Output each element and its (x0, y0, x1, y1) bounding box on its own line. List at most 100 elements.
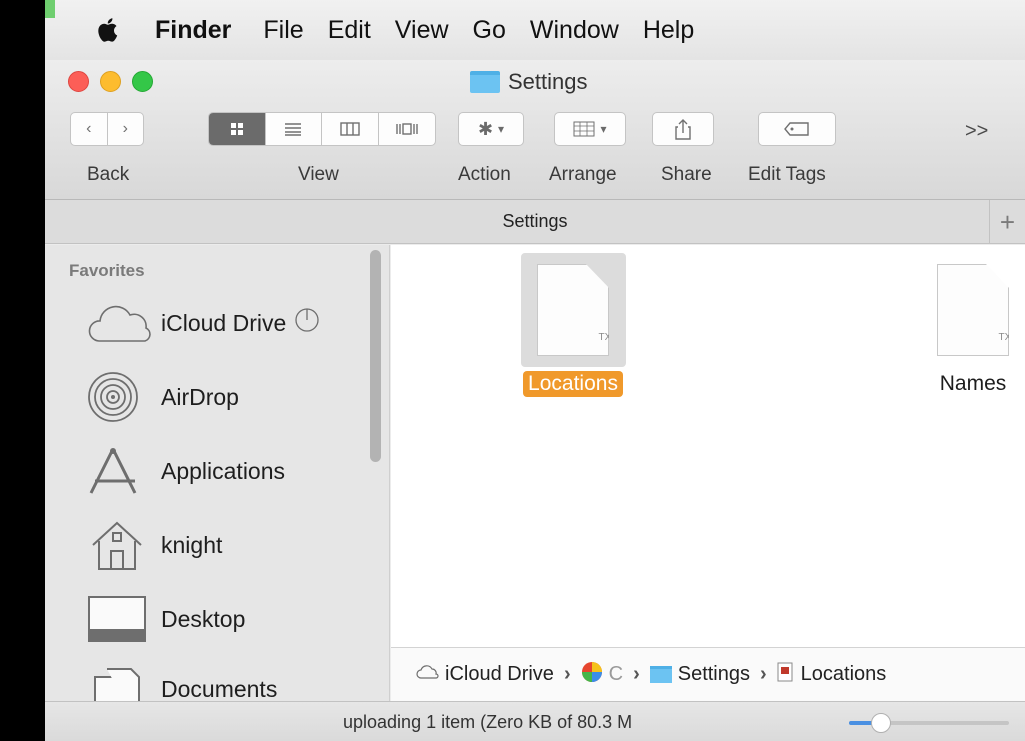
sidebar-item-knight[interactable]: knight (85, 515, 222, 575)
upload-progress-icon (294, 307, 320, 339)
tag-icon (784, 122, 809, 136)
path-item-locations[interactable]: Locations (801, 663, 887, 686)
window-title-text: Settings (508, 69, 588, 94)
applications-icon (85, 445, 155, 497)
status-text: uploading 1 item (Zero KB of 80.3 M (343, 712, 633, 732)
arrange-icon (573, 121, 595, 137)
back-forward-control: ‹ › (70, 112, 144, 146)
icon-view-button[interactable] (209, 113, 266, 145)
close-button[interactable] (68, 71, 89, 92)
menu-file[interactable]: File (263, 16, 303, 45)
sidebar-item-icloud-drive[interactable]: iCloud Drive (85, 293, 320, 353)
path-item-c[interactable]: C (609, 663, 623, 686)
title-bar: Settings ‹ › Back View ✱ ▾ Action ▾ Arra… (45, 60, 1025, 200)
icon-size-slider[interactable] (849, 713, 1009, 733)
text-document-icon: TXT (937, 264, 1009, 356)
share-icon (675, 119, 691, 140)
chevron-right-icon: › (760, 663, 767, 685)
menu-help[interactable]: Help (643, 16, 694, 45)
menu-bar: Finder File Edit View Go Window Help (45, 0, 1025, 60)
view-mode-control (208, 112, 436, 146)
share-button[interactable] (652, 112, 714, 146)
sidebar-item-label: AirDrop (161, 383, 239, 410)
arrange-button[interactable]: ▾ (554, 112, 626, 146)
new-tab-button[interactable]: + (989, 200, 1025, 244)
path-item-settings[interactable]: Settings (678, 663, 750, 686)
file-item-locations[interactable]: TXT Locations (498, 253, 648, 397)
cover-flow-icon (396, 123, 418, 135)
folder-icon (649, 666, 672, 683)
text-document-icon: TXT (537, 264, 609, 356)
sidebar-item-documents[interactable]: Documents (85, 659, 277, 701)
sidebar-item-airdrop[interactable]: AirDrop (85, 367, 239, 427)
sidebar-item-desktop[interactable]: Desktop (85, 589, 245, 649)
arrange-label: Arrange (549, 164, 617, 185)
gallery-view-button[interactable] (379, 113, 436, 145)
minimize-button[interactable] (100, 71, 121, 92)
file-type-label: TXT (998, 332, 1018, 343)
apple-menu-icon[interactable] (97, 17, 121, 43)
sidebar-item-label: Desktop (161, 605, 246, 632)
airdrop-icon (85, 371, 155, 423)
sidebar-scrollbar[interactable] (370, 250, 381, 462)
sidebar: Favorites iCloud Drive AirDrop Applicati… (45, 245, 390, 701)
gear-icon: ✱ (477, 118, 494, 139)
finder-window: Settings ‹ › Back View ✱ ▾ Action ▾ Arra… (45, 60, 1025, 741)
status-bar: uploading 1 item (Zero KB of 80.3 M (45, 701, 1025, 741)
file-item-names[interactable]: TXT Names (898, 253, 1025, 397)
columns-icon (340, 122, 360, 136)
share-label: Share (661, 164, 712, 185)
list-icon (285, 123, 302, 136)
grid-icon (230, 123, 243, 135)
desktop-icon (85, 593, 155, 645)
chevron-right-icon: › (563, 663, 571, 685)
view-label: View (298, 164, 339, 185)
path-item-icloud-drive[interactable]: iCloud Drive (445, 663, 554, 686)
edit-tags-button[interactable] (758, 112, 836, 146)
chevron-down-icon: ▾ (600, 122, 607, 136)
tab-settings[interactable]: Settings (502, 211, 567, 232)
file-name: Locations (523, 371, 623, 397)
chevron-left-icon: ‹ (86, 120, 92, 137)
action-button[interactable]: ✱ ▾ (458, 112, 524, 146)
column-view-button[interactable] (322, 113, 379, 145)
menu-go[interactable]: Go (473, 16, 506, 45)
menu-window[interactable]: Window (530, 16, 619, 45)
sidebar-item-label: knight (161, 531, 223, 558)
sidebar-item-label: Applications (161, 457, 286, 484)
back-button[interactable]: ‹ (71, 113, 108, 145)
sidebar-item-applications[interactable]: Applications (85, 441, 285, 501)
action-label: Action (458, 164, 511, 185)
app-color-icon (581, 661, 603, 689)
cloud-icon (85, 297, 155, 349)
file-browser-content: TXT Locations TXT Names (391, 245, 1025, 647)
cloud-icon (415, 663, 439, 686)
window-title: Settings (470, 69, 588, 95)
path-bar: iCloud Drive › C › Settings › Locations (391, 647, 1025, 701)
text-document-icon (777, 662, 793, 688)
tab-bar: Settings + (45, 200, 1025, 244)
toolbar-overflow-button[interactable]: >> (965, 120, 988, 143)
sidebar-item-label: Documents (161, 675, 278, 702)
menu-edit[interactable]: Edit (328, 16, 371, 45)
slider-knob[interactable] (871, 713, 891, 733)
file-type-label: TXT (598, 332, 618, 343)
edit-tags-label: Edit Tags (748, 164, 826, 185)
home-icon (85, 519, 155, 571)
sidebar-section-favorites: Favorites (69, 261, 145, 280)
file-thumbnail: TXT (921, 253, 1025, 367)
menu-finder[interactable]: Finder (155, 16, 231, 45)
list-view-button[interactable] (266, 113, 322, 145)
back-label: Back (87, 164, 130, 185)
zoom-button[interactable] (132, 71, 153, 92)
menu-view[interactable]: View (395, 16, 449, 45)
documents-icon (85, 663, 155, 701)
chevron-right-icon: › (633, 663, 640, 685)
file-name: Names (939, 372, 1007, 395)
folder-icon (470, 71, 500, 93)
sidebar-item-label: iCloud Drive (161, 309, 287, 336)
forward-button[interactable]: › (108, 113, 144, 145)
plus-icon: + (999, 206, 1016, 237)
file-thumbnail: TXT (520, 253, 626, 367)
desktop-corner (45, 0, 55, 18)
